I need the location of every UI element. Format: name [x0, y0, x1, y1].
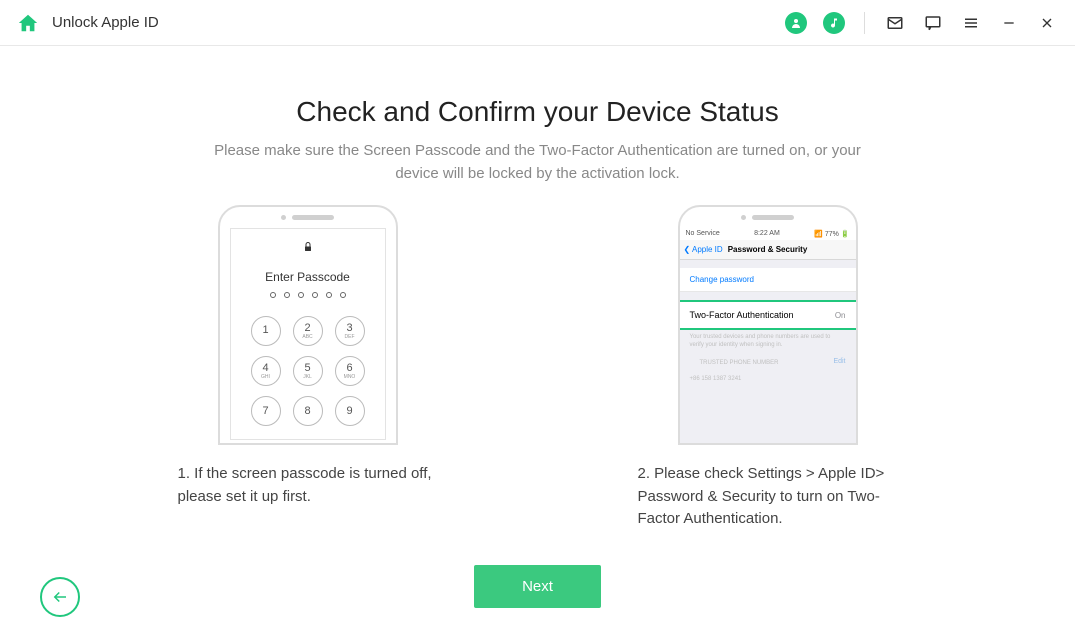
divider — [864, 12, 865, 34]
menu-icon[interactable] — [959, 11, 983, 35]
nav-back: ❮ Apple ID — [684, 245, 723, 254]
next-button[interactable]: Next — [474, 565, 601, 608]
step-2-text: 2. Please check Settings > Apple ID> Pas… — [638, 463, 898, 531]
step-1-text: 1. If the screen passcode is turned off,… — [178, 463, 438, 508]
tfa-description: Your trusted devices and phone numbers a… — [680, 330, 856, 354]
close-button[interactable] — [1035, 11, 1059, 35]
music-icon[interactable] — [822, 11, 846, 35]
keypad: 1 2ABC 3DEF 4GHI 5JKL 6MNO 7 8 9 — [239, 316, 377, 426]
status-service: No Service — [686, 230, 720, 238]
page-subtitle: Please make sure the Screen Passcode and… — [198, 140, 878, 185]
account-icon[interactable] — [784, 11, 808, 35]
feedback-icon[interactable] — [921, 11, 945, 35]
passcode-label: Enter Passcode — [239, 270, 377, 284]
back-button[interactable] — [40, 577, 80, 617]
page-title: Check and Confirm your Device Status — [60, 96, 1015, 128]
change-password-row: Change password — [680, 268, 856, 292]
edit-link: Edit — [833, 358, 845, 368]
nav-title: Password & Security — [728, 245, 808, 254]
trusted-phone: +86 158 1387 3241 — [680, 372, 856, 388]
trusted-header: TRUSTED PHONE NUMBER — [690, 358, 789, 368]
status-battery: 📶 77% 🔋 — [814, 230, 849, 238]
mail-icon[interactable] — [883, 11, 907, 35]
minimize-button[interactable] — [997, 11, 1021, 35]
phone-passcode-mockup: Enter Passcode 1 2ABC 3DEF 4GHI 5JKL — [218, 205, 398, 445]
app-title: Unlock Apple ID — [52, 14, 159, 31]
phone-settings-mockup: No Service 8:22 AM 📶 77% 🔋 ❮ Apple ID Pa… — [678, 205, 858, 445]
lock-icon — [239, 241, 377, 256]
status-time: 8:22 AM — [754, 230, 780, 238]
home-icon[interactable] — [16, 11, 40, 35]
two-factor-row: Two-Factor Authentication On — [678, 300, 858, 330]
passcode-dots — [239, 292, 377, 298]
